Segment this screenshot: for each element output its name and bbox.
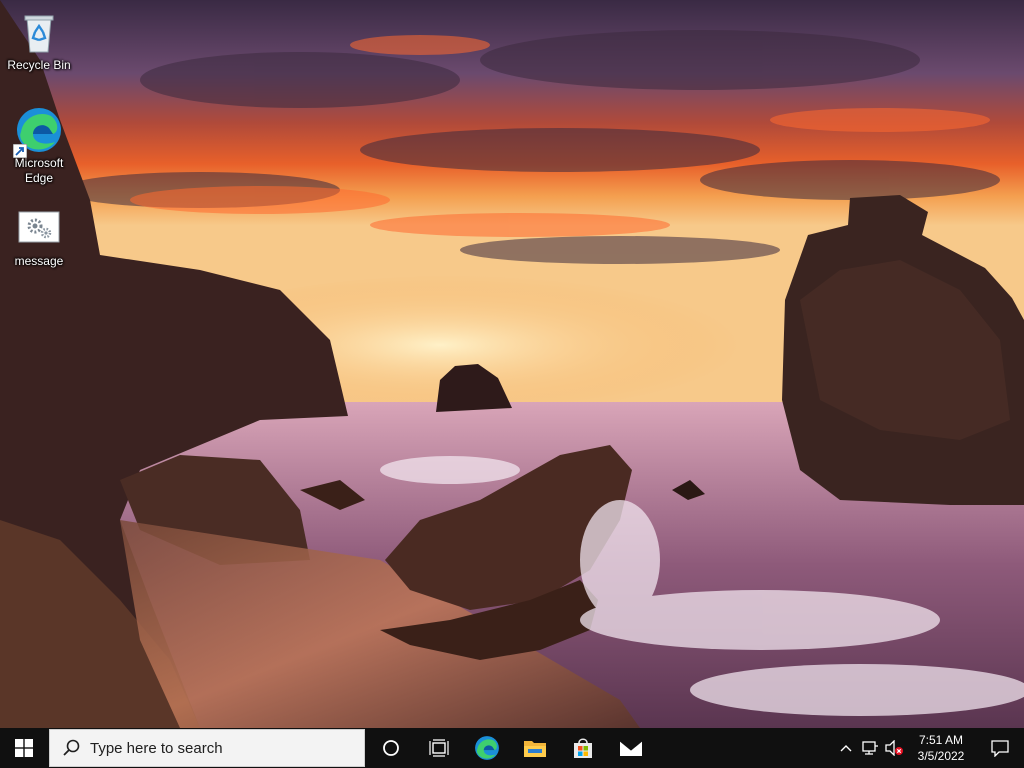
shortcut-arrow-icon <box>13 144 27 158</box>
desktop-wallpaper[interactable] <box>0 0 1024 728</box>
edge-icon <box>13 106 63 158</box>
desktop-icon-recycle-bin[interactable]: Recycle Bin <box>1 8 77 73</box>
search-icon <box>63 739 80 756</box>
folder-icon <box>524 741 546 757</box>
clock-date: 3/5/2022 <box>917 749 965 763</box>
store-icon <box>574 738 592 758</box>
desktop-icon-label: Recycle Bin <box>7 58 71 72</box>
file-explorer-button[interactable] <box>511 728 559 768</box>
recycle-bin-icon <box>15 8 63 56</box>
search-placeholder: Type here to search <box>90 739 223 757</box>
desktop-icon-message[interactable]: message <box>1 208 77 269</box>
network-button[interactable] <box>858 728 882 768</box>
windows-logo-icon <box>15 739 33 757</box>
desktop-icon-microsoft-edge[interactable]: Microsoft Edge <box>1 106 77 186</box>
action-center-icon <box>991 740 1009 757</box>
task-view-button[interactable] <box>415 728 463 768</box>
network-icon <box>862 741 878 755</box>
mail-button[interactable] <box>607 728 655 768</box>
clock-time: 7:51 AM <box>918 733 964 747</box>
store-button[interactable] <box>559 728 607 768</box>
action-center-button[interactable] <box>976 728 1024 768</box>
settings-app-icon <box>15 208 63 256</box>
start-button[interactable] <box>0 728 48 768</box>
system-tray: 7:51 AM 3/5/2022 <box>834 728 1024 768</box>
clock[interactable]: 7:51 AM 3/5/2022 <box>906 732 976 764</box>
show-hidden-icons-button[interactable] <box>834 728 858 768</box>
desktop-icon-label: Microsoft Edge <box>14 156 64 185</box>
cortana-button[interactable] <box>367 728 415 768</box>
taskbar-edge-button[interactable] <box>463 728 511 768</box>
speaker-muted-icon <box>885 740 903 756</box>
mail-icon <box>619 740 643 756</box>
task-view-icon <box>429 739 449 757</box>
edge-icon <box>475 736 499 760</box>
search-box[interactable]: Type here to search <box>49 729 365 767</box>
circle-icon <box>383 740 399 756</box>
volume-button[interactable] <box>882 728 906 768</box>
chevron-up-icon <box>840 745 852 752</box>
taskbar: Type here to search 7:51 AM 3/5/2022 <box>0 728 1024 768</box>
desktop-icon-label: message <box>14 254 64 268</box>
